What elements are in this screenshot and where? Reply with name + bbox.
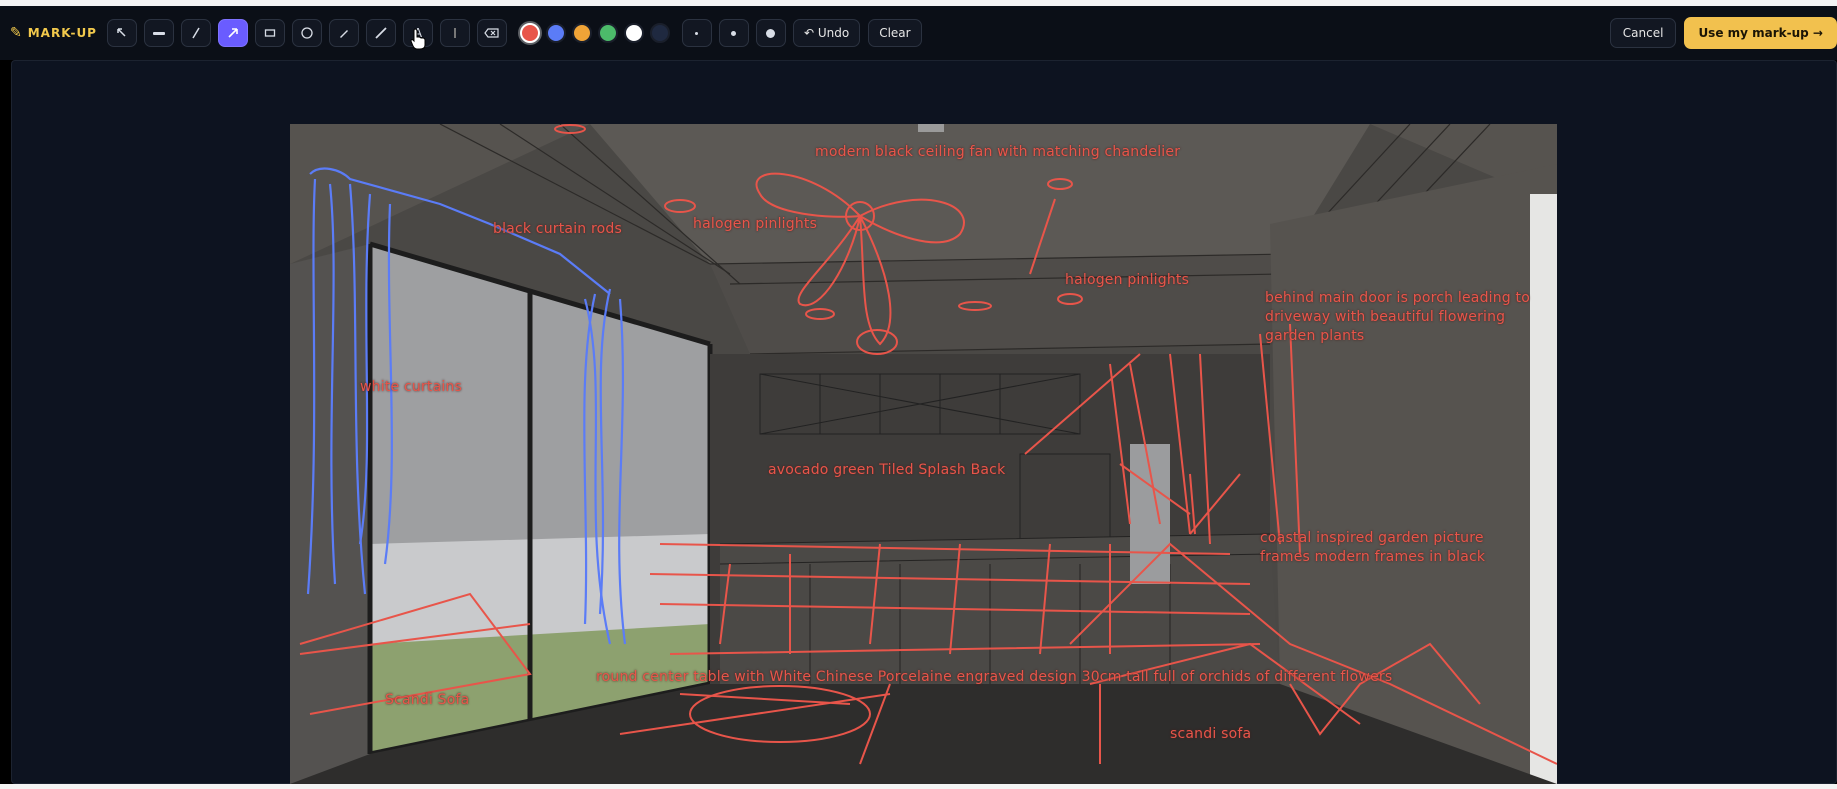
annotation-garden-frames: coastal inspired garden picture frames m… xyxy=(1260,530,1486,565)
circle-icon xyxy=(301,27,313,39)
annotation-ceiling-fan: modern black ceiling fan with matching c… xyxy=(815,144,1181,160)
annotation-white-curtains: white curtains xyxy=(360,379,463,395)
brush-icon xyxy=(375,27,387,39)
color-swatch-red[interactable] xyxy=(519,23,540,43)
color-swatch-orange[interactable] xyxy=(571,23,592,43)
pen-icon xyxy=(339,30,348,38)
toolbar-actions: Cancel Use my mark-up → xyxy=(1609,17,1837,49)
marker-icon xyxy=(453,28,456,38)
rectangle-tool-button[interactable] xyxy=(254,19,285,47)
brand-name: MARK-UP xyxy=(27,26,97,40)
line-icon xyxy=(192,27,200,39)
color-swatch-blue[interactable] xyxy=(545,23,566,43)
color-swatch-green[interactable] xyxy=(597,23,618,43)
stroke-size-medium-button[interactable] xyxy=(718,19,749,47)
annotation-halogen-left: halogen pinlights xyxy=(693,216,818,232)
window-bottom-edge xyxy=(0,784,1837,789)
interior-render-image[interactable]: modern black ceiling fan with matching c… xyxy=(290,124,1557,784)
eraser-icon xyxy=(484,28,499,38)
stroke-size-small-button[interactable] xyxy=(681,19,712,47)
stroke-size-large-button[interactable] xyxy=(755,19,786,47)
undo-button[interactable]: ↶ Undo xyxy=(792,19,861,47)
room-render-drawing xyxy=(290,124,1557,784)
marker-tool-button[interactable] xyxy=(439,19,470,47)
medium-dot-icon xyxy=(731,30,737,36)
annotation-center-table: round center table with White Chinese Po… xyxy=(596,669,1393,685)
cursor-arrow-icon xyxy=(117,28,126,37)
annotation-halogen-right: halogen pinlights xyxy=(1065,272,1190,288)
annotation-curtain-rods: black curtain rods xyxy=(493,221,623,237)
line-tool-button[interactable] xyxy=(180,19,211,47)
brush-tool-button[interactable] xyxy=(365,19,396,47)
pen-tool-button[interactable] xyxy=(328,19,359,47)
annotation-scandi-sofa-left: Scandi Sofa xyxy=(385,692,470,708)
arrow-tool-button[interactable] xyxy=(217,19,248,47)
cancel-button[interactable]: Cancel xyxy=(1609,18,1677,48)
highlight-line-tool-button[interactable] xyxy=(143,19,174,47)
select-tool-button[interactable] xyxy=(106,19,137,47)
color-swatch-white[interactable] xyxy=(623,23,644,43)
large-dot-icon xyxy=(766,28,776,38)
arrow-icon xyxy=(228,28,238,38)
thick-line-icon xyxy=(152,32,165,35)
annotation-scandi-sofa-right: scandi sofa xyxy=(1170,726,1252,742)
hand-cursor-icon xyxy=(410,28,426,50)
eraser-tool-button[interactable] xyxy=(476,19,507,47)
color-swatch-navy[interactable] xyxy=(649,23,670,43)
markup-toolbar: ✎ MARK-UP A ↶ Undo Clear Cancel Use my m… xyxy=(0,6,1837,60)
annotation-porch: behind main door is porch leading to dri… xyxy=(1265,290,1531,344)
clear-button[interactable]: Clear xyxy=(868,19,922,47)
small-dot-icon xyxy=(695,31,699,35)
brand: ✎ MARK-UP xyxy=(10,25,97,41)
annotation-splash-back: avocado green Tiled Splash Back xyxy=(768,462,1006,478)
pencil-icon: ✎ xyxy=(10,25,22,41)
use-markup-button[interactable]: Use my mark-up → xyxy=(1684,17,1837,49)
ellipse-tool-button[interactable] xyxy=(291,19,322,47)
rectangle-icon xyxy=(264,29,276,37)
